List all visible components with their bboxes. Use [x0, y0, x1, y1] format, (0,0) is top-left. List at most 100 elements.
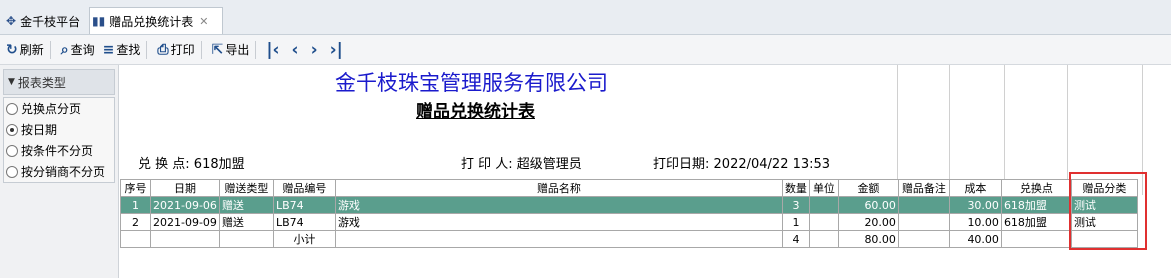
- info-date: 打印日期: 2022/04/22 13:53: [653, 153, 830, 172]
- cell-date: 2021-09-09: [150, 213, 220, 231]
- option-by-date[interactable]: 按日期: [4, 119, 114, 140]
- empty-cell: [120, 230, 151, 248]
- radio-icon[interactable]: [6, 165, 18, 178]
- table-row[interactable]: 1 2021-09-06 赠送 LB74 游戏 3 60.00 30.00 61…: [120, 196, 1138, 214]
- query-label: 查询: [70, 43, 95, 57]
- cell-qty: 3: [781, 196, 810, 214]
- info-printer-label: 打 印 人:: [461, 157, 513, 172]
- info-printer-value: 超级管理员: [516, 157, 582, 172]
- find-label: 查找: [116, 43, 141, 57]
- next-page-icon[interactable]: ›: [311, 40, 318, 60]
- option-by-point[interactable]: 兑换点分页: [4, 98, 114, 119]
- option-by-distributor[interactable]: 按分销商不分页: [4, 161, 114, 182]
- cell-type: 赠送: [218, 213, 274, 231]
- toolbar: ↻ 刷新 ⌕ 查询 ≡ 查找 ⎙ 打印 ⇱ 导出 |‹ ‹ › ›|: [0, 35, 1171, 65]
- collapse-icon: ▼: [8, 77, 15, 87]
- find-button[interactable]: ≡ 查找: [101, 39, 143, 61]
- radio-icon[interactable]: [6, 102, 18, 115]
- platform-icon: ✥: [6, 14, 17, 28]
- close-icon[interactable]: ✕: [199, 15, 208, 28]
- tab-bar: ✥ 金千枝平台 ▮▮ 赠品兑换统计表 ✕: [0, 0, 1171, 35]
- cell-no: 2: [120, 213, 151, 231]
- toolbar-divider: [49, 40, 51, 59]
- cell-qty: 1: [781, 213, 810, 231]
- info-point-label: 兑 换 点:: [138, 157, 190, 172]
- tab-gift-report-label: 赠品兑换统计表: [109, 14, 194, 29]
- report-type-panel: ▼ 报表类型 兑换点分页 按日期 按条件不分页 按分销商不分页: [0, 65, 119, 278]
- first-page-icon[interactable]: |‹: [266, 40, 279, 60]
- info-point: 兑 换 点: 618加盟: [138, 153, 245, 172]
- export-label: 导出: [225, 43, 250, 57]
- column-header: 赠品编号: [272, 179, 336, 197]
- cell-point: 618加盟: [1000, 196, 1072, 214]
- subtotal-amount: 80.00: [837, 230, 899, 248]
- cell-remark: [897, 213, 950, 231]
- cell-unit: [808, 213, 839, 231]
- empty-cell: [897, 230, 950, 248]
- column-header: 赠送类型: [218, 179, 274, 197]
- tab-platform[interactable]: ✥ 金千枝平台: [4, 8, 80, 34]
- empty-cell: [1000, 230, 1072, 248]
- report-area: 金千枝珠宝管理服务有限公司 赠品兑换统计表 兑 换 点: 618加盟 打 印 人…: [120, 65, 1171, 278]
- cell-point: 618加盟: [1000, 213, 1072, 231]
- radio-icon[interactable]: [6, 144, 18, 157]
- refresh-label: 刷新: [19, 43, 44, 57]
- subtotal-cost: 40.00: [948, 230, 1002, 248]
- query-button[interactable]: ⌕ 查询: [59, 39, 97, 61]
- refresh-icon: ↻: [6, 41, 18, 58]
- cell-cost: 30.00: [948, 196, 1002, 214]
- print-button[interactable]: ⎙ 打印: [155, 39, 196, 61]
- column-header: 成本: [948, 179, 1002, 197]
- info-date-value: 2022/04/22 13:53: [713, 157, 831, 172]
- report-type-options: 兑换点分页 按日期 按条件不分页 按分销商不分页: [3, 97, 115, 183]
- toolbar-divider: [255, 40, 257, 59]
- column-header: 日期: [150, 179, 220, 197]
- cell-remark: [897, 196, 950, 214]
- empty-cell: [218, 230, 274, 248]
- report-title: 赠品兑换统计表: [416, 102, 535, 122]
- report-type-header[interactable]: ▼ 报表类型: [3, 69, 115, 95]
- report-table: 序号 日期 赠送类型 赠品编号 赠品名称 数量 单位 金额 赠品备注 成本 兑换…: [120, 179, 1138, 248]
- prev-page-icon[interactable]: ‹: [292, 40, 299, 60]
- cell-amount: 60.00: [837, 196, 899, 214]
- last-page-icon[interactable]: ›|: [330, 40, 343, 60]
- cell-date: 2021-09-06: [150, 196, 220, 214]
- column-guide: [1067, 65, 1068, 195]
- info-point-value: 618加盟: [193, 157, 245, 172]
- table-row[interactable]: 2 2021-09-09 赠送 LB74 游戏 1 20.00 10.00 61…: [120, 213, 1138, 231]
- option-label: 按分销商不分页: [21, 165, 106, 179]
- radio-selected-icon[interactable]: [6, 123, 18, 136]
- report-type-title: 报表类型: [17, 75, 66, 90]
- empty-cell: [808, 230, 839, 248]
- cell-name: 游戏: [334, 213, 783, 231]
- cell-amount: 20.00: [837, 213, 899, 231]
- column-header: 序号: [120, 179, 151, 197]
- cell-no: 1: [120, 196, 151, 214]
- info-date-label: 打印日期:: [653, 157, 710, 172]
- subtotal-label: 小计: [272, 230, 336, 248]
- option-by-condition[interactable]: 按条件不分页: [4, 140, 114, 161]
- empty-cell: [150, 230, 220, 248]
- column-guide: [949, 65, 950, 195]
- refresh-button[interactable]: ↻ 刷新: [4, 39, 46, 61]
- print-label: 打印: [170, 43, 195, 57]
- cell-unit: [808, 196, 839, 214]
- table-header-row: 序号 日期 赠送类型 赠品编号 赠品名称 数量 单位 金额 赠品备注 成本 兑换…: [120, 179, 1138, 197]
- report-icon: ▮▮: [92, 14, 106, 28]
- column-header: 赠品名称: [334, 179, 783, 197]
- export-button[interactable]: ⇱ 导出: [210, 39, 252, 61]
- empty-cell: [334, 230, 783, 248]
- column-header: 金额: [837, 179, 899, 197]
- column-header: 兑换点: [1000, 179, 1072, 197]
- column-header: 赠品备注: [897, 179, 950, 197]
- tab-gift-report[interactable]: ▮▮ 赠品兑换统计表 ✕: [89, 7, 223, 34]
- toolbar-divider: [146, 40, 148, 59]
- option-label: 按条件不分页: [21, 144, 94, 158]
- option-label: 按日期: [21, 123, 58, 137]
- info-printer: 打 印 人: 超级管理员: [461, 153, 582, 172]
- export-icon: ⇱: [211, 41, 224, 58]
- cell-code: LB74: [272, 196, 336, 214]
- tab-platform-label: 金千枝平台: [20, 14, 81, 29]
- toolbar-divider: [200, 40, 202, 59]
- subtotal-row: 小计 4 80.00 40.00: [120, 230, 1138, 248]
